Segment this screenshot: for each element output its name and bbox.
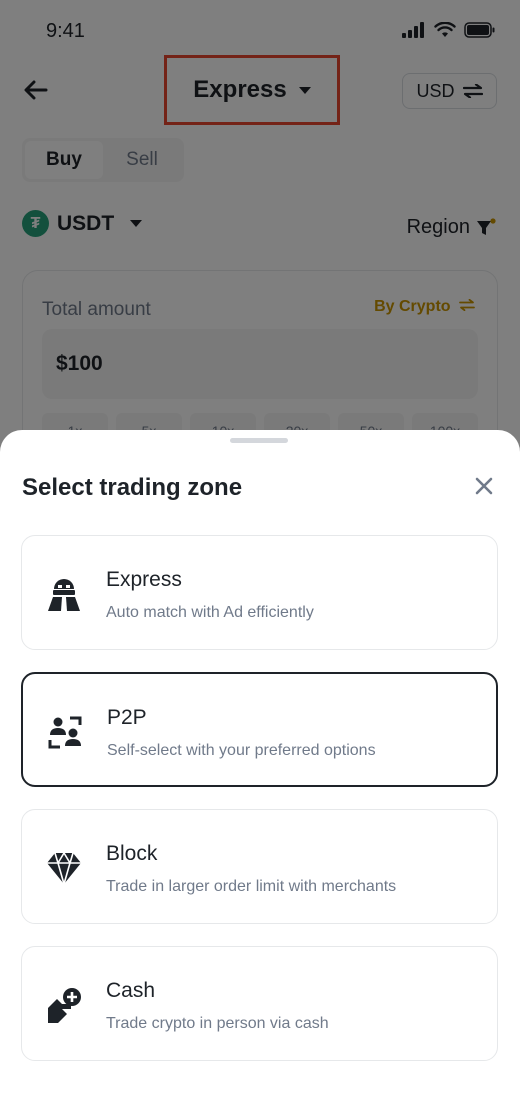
cash-transfer-icon [44,985,84,1025]
zone-option-block[interactable]: Block Trade in larger order limit with m… [21,809,498,924]
zone-description: Self-select with your preferred options [107,742,376,759]
zone-description: Trade in larger order limit with merchan… [106,878,397,895]
zone-name: Express [106,568,182,591]
zone-option-cash[interactable]: Cash Trade crypto in person via cash [21,946,498,1061]
sheet-title: Select trading zone [22,474,243,501]
diamond-icon [44,848,84,888]
close-icon [475,477,493,495]
sheet-grabber[interactable] [230,438,288,443]
express-icon [44,574,84,614]
close-button[interactable] [472,474,496,498]
zone-name: P2P [107,706,147,729]
zone-description: Trade crypto in person via cash [106,1015,329,1032]
zone-description: Auto match with Ad efficiently [106,604,314,621]
p2p-users-icon [45,712,85,752]
zone-name: Cash [106,979,156,1002]
zone-option-express[interactable]: Express Auto match with Ad efficiently [21,535,498,650]
trading-zone-sheet: Select trading zone Express Auto match w… [0,430,520,1096]
zone-name: Block [106,842,158,865]
zone-option-p2p[interactable]: P2P Self-select with your preferred opti… [21,672,498,787]
